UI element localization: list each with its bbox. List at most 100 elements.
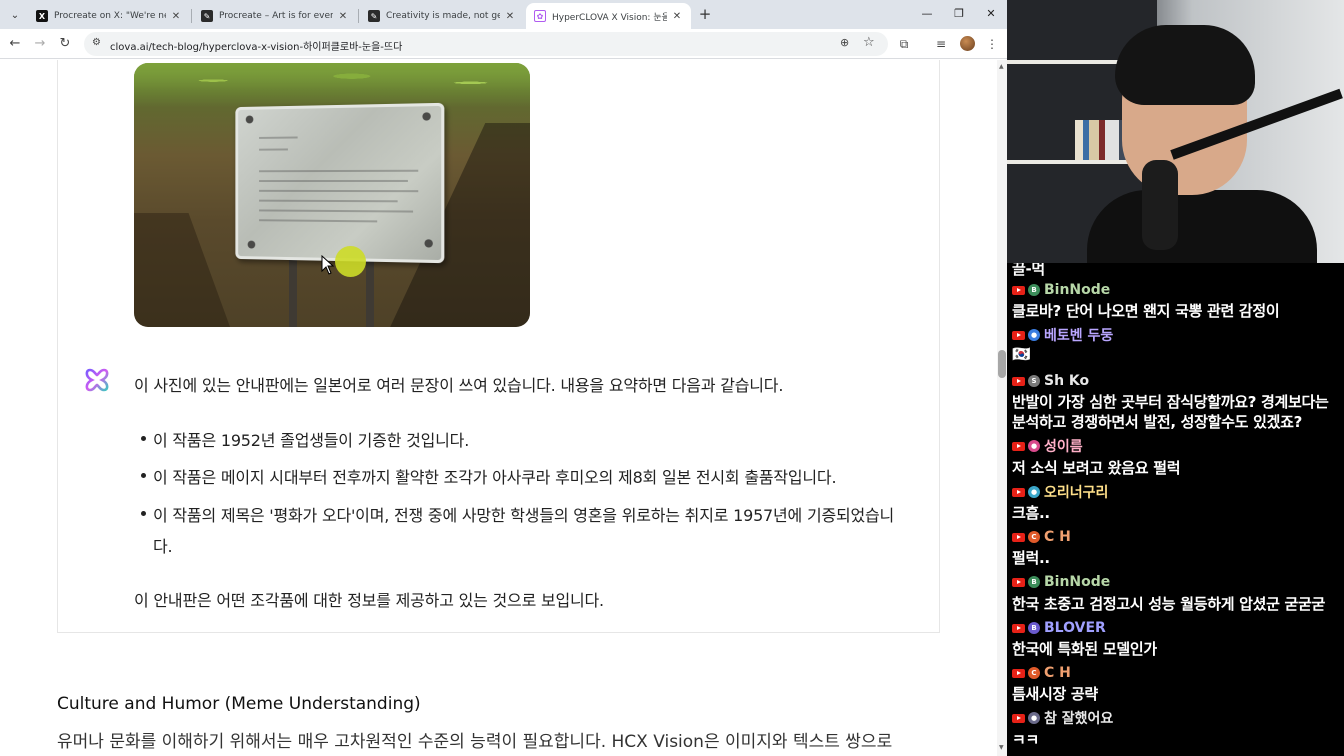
line [259, 169, 419, 173]
restore-icon[interactable]: ❐ [951, 6, 967, 22]
chat-message: 클로바? 단어 나오면 왠지 국뽕 관련 감정이 [1012, 302, 1280, 320]
tab-procreate-x[interactable]: X Procreate on X: "We're never g ✕ [28, 3, 190, 29]
user-avatar-icon: B [1028, 284, 1040, 296]
tab-hyperclova[interactable]: ✿ HyperCLOVA X Vision: 눈을 뜨 ✕ [526, 3, 691, 29]
chat-message: 한국 초중고 검정고시 성능 월등하게 압셨군 굳굳굳 [1012, 595, 1326, 613]
mouse-pointer-icon [321, 255, 335, 275]
youtube-icon [1012, 376, 1025, 386]
new-tab-button[interactable]: + [697, 6, 713, 22]
chat-message: ㅋㅋ [1012, 731, 1040, 749]
tab-search-icon[interactable]: ⌄ [6, 6, 24, 24]
shadow [134, 213, 240, 327]
close-tab-icon[interactable]: ✕ [337, 11, 349, 22]
bullet-dot [141, 511, 146, 516]
bolt [422, 112, 431, 121]
section-title: Culture and Humor (Meme Understanding) [57, 694, 421, 714]
scroll-down-icon[interactable]: ▼ [999, 744, 1004, 751]
site-info-icon[interactable]: ⚙ [92, 37, 101, 48]
chat-author[interactable]: CC H [1012, 664, 1071, 682]
chat-message: 반발이 가장 심한 곳부터 잠식당할까요? 경계보다는 [1012, 393, 1329, 411]
user-avatar-icon: B [1028, 576, 1040, 588]
bookmark-star-icon[interactable]: ☆ [863, 35, 875, 50]
post [289, 259, 297, 327]
tab-title: Procreate on X: "We're never g [54, 11, 166, 21]
address-bar[interactable]: ⚙ clova.ai/tech-blog/hyperclova-x-vision… [84, 32, 888, 56]
answer-bullet: 이 작품은 1952년 졸업생들이 기증한 것입니다. [153, 431, 470, 450]
chat-author-name: 성이름 [1044, 439, 1083, 455]
user-avatar-icon: C [1028, 667, 1040, 679]
close-tab-icon[interactable]: ✕ [170, 11, 182, 22]
user-avatar-icon: B [1028, 622, 1040, 634]
foliage [134, 63, 530, 107]
line [259, 148, 288, 151]
forward-arrow-icon[interactable]: → [32, 36, 48, 52]
chat-author[interactable]: CC H [1012, 528, 1071, 546]
answer-bullet-continuation: 다. [153, 537, 173, 556]
browser-window: ⌄ X Procreate on X: "We're never g ✕ ✎ P… [0, 0, 1007, 756]
back-arrow-icon[interactable]: ← [7, 36, 23, 52]
youtube-icon [1012, 668, 1025, 678]
tab-title: Procreate – Art is for everyone [219, 11, 333, 21]
youtube-icon [1012, 441, 1025, 451]
hyperclova-logo-icon [85, 368, 109, 392]
chat-author-name: C H [1044, 665, 1071, 681]
chat-author[interactable]: ● 참 잘했어요 [1012, 709, 1113, 727]
chat-author-name: Sh Ko [1044, 373, 1090, 389]
x-logo-icon: X [36, 10, 48, 22]
chat-author[interactable]: ● 베토벤 두둥 [1012, 326, 1113, 344]
page-scrollbar[interactable]: ▲ ▼ [997, 60, 1007, 756]
close-window-icon[interactable]: ✕ [983, 6, 999, 22]
menu-kebab-icon[interactable]: ⋮ [983, 35, 1001, 53]
scroll-up-icon[interactable]: ▲ [999, 63, 1004, 70]
chat-message: 한국에 특화된 모델인가 [1012, 640, 1157, 658]
chat-author-name: BLOVER [1044, 620, 1106, 636]
chat-author-name: 참 잘했어요 [1044, 711, 1114, 727]
youtube-icon [1012, 532, 1025, 542]
youtube-icon [1012, 577, 1025, 587]
tab-creativity[interactable]: ✎ Creativity is made, not generat ✕ [360, 3, 524, 29]
chat-author[interactable]: S Sh Ko [1012, 372, 1089, 390]
url-text[interactable]: clova.ai/tech-blog/hyperclova-x-vision-하… [110, 38, 402, 53]
close-tab-icon[interactable]: ✕ [504, 11, 516, 22]
chat-message: 저 소식 보려고 왔음요 펄럭 [1012, 459, 1181, 477]
minimize-icon[interactable]: — [919, 6, 935, 22]
bolt [424, 239, 433, 248]
chat-author[interactable]: B BinNode [1012, 281, 1110, 299]
chat-author[interactable]: ● 성이름 [1012, 437, 1083, 455]
procreate-logo-icon: ✎ [368, 10, 380, 22]
chat-author[interactable]: B BinNode [1012, 573, 1110, 591]
line [259, 209, 414, 213]
close-tab-icon[interactable]: ✕ [671, 11, 683, 22]
chat-author[interactable]: B BLOVER [1012, 619, 1106, 637]
chat-author-name: 베토벤 두둥 [1044, 328, 1114, 344]
line [259, 179, 408, 183]
zoom-icon[interactable]: ⊕ [840, 36, 849, 49]
line [259, 136, 298, 139]
profile-avatar[interactable] [960, 36, 975, 51]
line [259, 219, 378, 223]
tab-bar: ⌄ X Procreate on X: "We're never g ✕ ✎ P… [0, 0, 1007, 29]
reload-icon[interactable]: ↻ [57, 36, 73, 52]
media-control-icon[interactable]: ≡ [932, 35, 950, 53]
user-avatar-icon: ● [1028, 440, 1040, 452]
body [1087, 190, 1317, 263]
plaque [235, 102, 445, 264]
user-avatar-icon: S [1028, 375, 1040, 387]
answer-intro: 이 사진에 있는 안내판에는 일본어로 여러 문장이 쓰여 있습니다. 내용을 … [134, 376, 784, 395]
answer-bullet: 이 작품의 제목은 '평화가 오다'이며, 전쟁 중에 사망한 학생들의 영혼을… [153, 506, 895, 525]
bolt [245, 115, 254, 124]
bolt [247, 240, 256, 249]
line [259, 199, 398, 203]
user-avatar-icon: ● [1028, 712, 1040, 724]
youtube-icon [1012, 285, 1025, 295]
user-avatar-icon: ● [1028, 329, 1040, 341]
extensions-icon[interactable]: ⧉ [895, 35, 913, 53]
chat-message: 🇰🇷 [1012, 345, 1031, 363]
youtube-icon [1012, 713, 1025, 723]
tab-separator [191, 9, 192, 23]
scrollbar-thumb[interactable] [998, 350, 1006, 378]
tab-procreate-art[interactable]: ✎ Procreate – Art is for everyone ✕ [193, 3, 357, 29]
chat-author[interactable]: ● 오리너구리 [1012, 483, 1108, 501]
chat-message: 펄럭.. [1012, 549, 1050, 567]
procreate-logo-icon: ✎ [201, 10, 213, 22]
